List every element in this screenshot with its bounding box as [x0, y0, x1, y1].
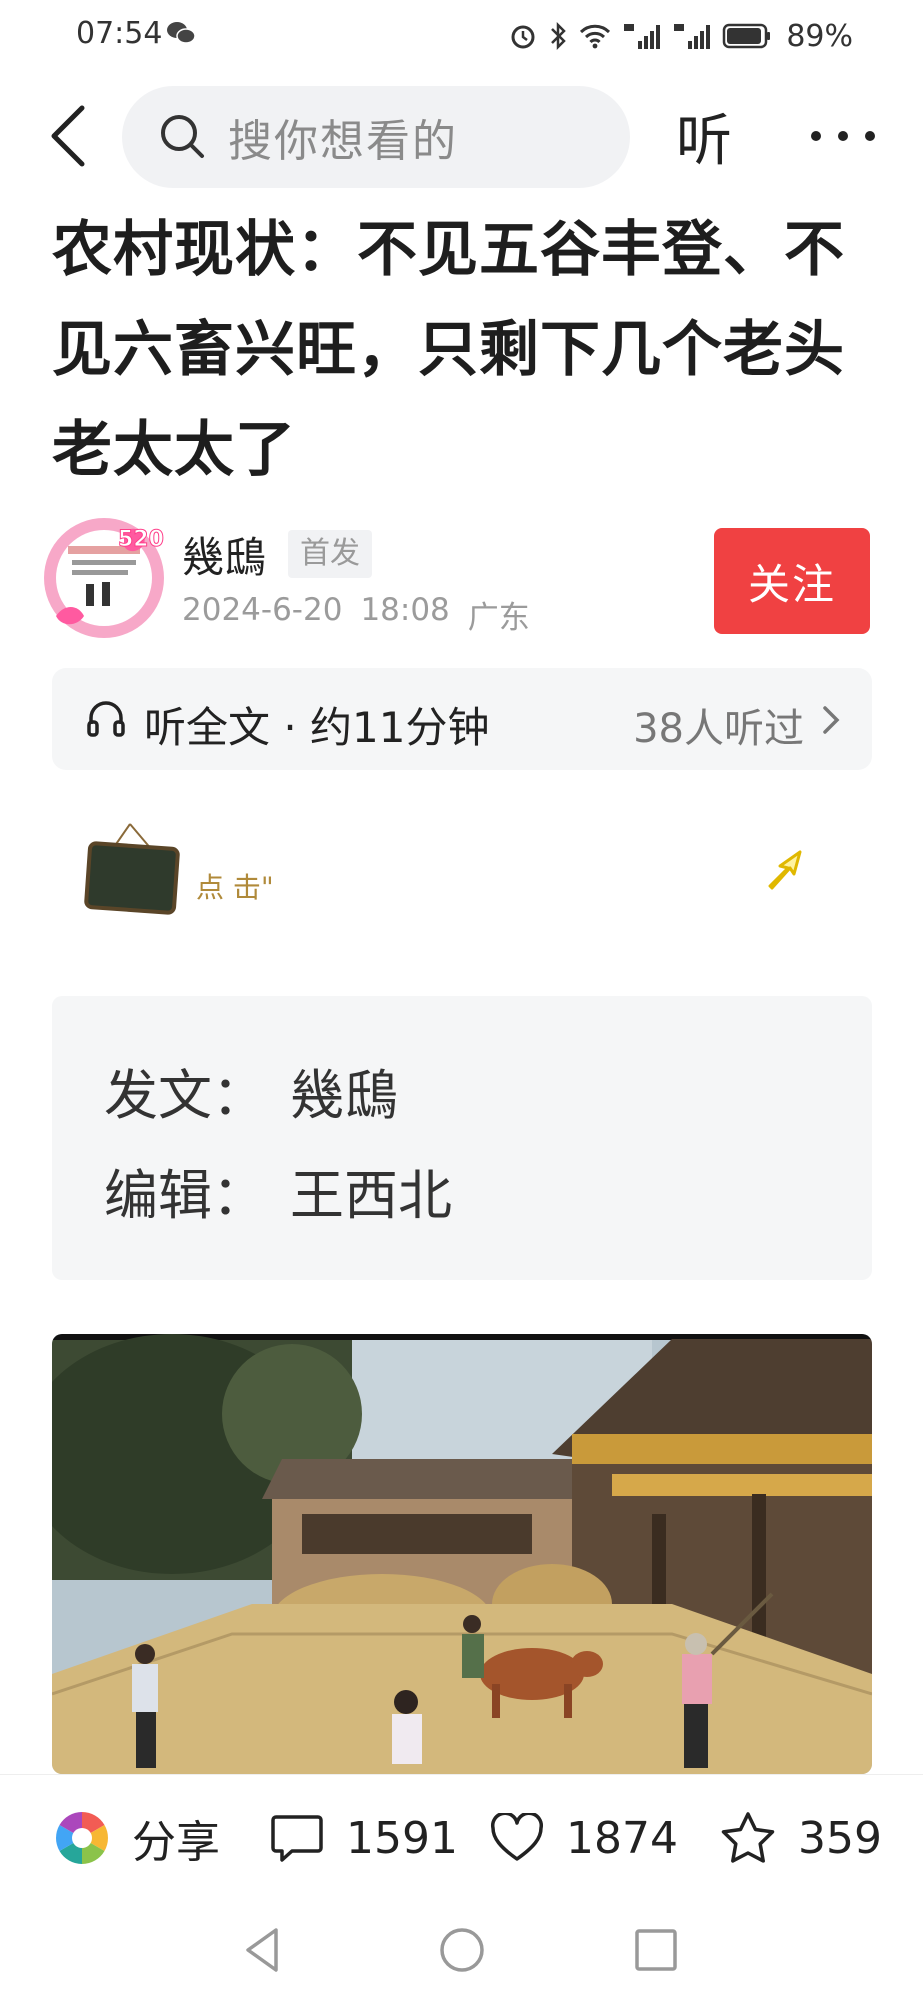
- favorite-count: 359: [798, 1812, 882, 1864]
- pointer-arrow-icon: [768, 850, 802, 890]
- publish-time: 18:08: [360, 592, 450, 628]
- favorite-button[interactable]: 359: [720, 1805, 882, 1871]
- star-icon: [721, 1812, 775, 1863]
- status-icons: 89%: [508, 16, 853, 56]
- publish-date: 2024-6-20: [182, 592, 343, 628]
- alarm-icon: [511, 25, 535, 49]
- publish-location: 广东: [467, 600, 530, 636]
- status-bar: 07:54 89%: [0, 0, 923, 72]
- credit-editor-label: 编辑：: [104, 1164, 266, 1227]
- wifi-icon: [580, 24, 611, 49]
- like-button[interactable]: 1874: [490, 1805, 678, 1871]
- signal-4g-icon: [674, 24, 711, 49]
- comment-count: 1591: [346, 1812, 458, 1864]
- back-arrow-icon[interactable]: [44, 100, 94, 172]
- battery-percent: 89%: [786, 18, 853, 54]
- credit-author-label: 发文：: [104, 1064, 266, 1127]
- first-publish-badge: 首发: [288, 530, 372, 578]
- share-icon: [56, 1812, 108, 1864]
- follow-button[interactable]: 关注: [714, 528, 870, 634]
- bluetooth-icon: [551, 21, 567, 51]
- search-icon: [161, 115, 204, 158]
- credit-editor-value: 王西北: [290, 1164, 452, 1227]
- listen-full-label: 听全文 · 约11分钟: [144, 703, 490, 752]
- author-meta: 2024-6-20 18:08 广东: [182, 592, 530, 637]
- system-recents-icon[interactable]: [628, 1922, 684, 1978]
- top-nav-bar: 搜你想看的 听: [0, 82, 923, 190]
- article-photo[interactable]: [52, 1334, 872, 1774]
- share-label: 分享: [132, 1817, 220, 1868]
- click-banner[interactable]: 点 击": [52, 800, 872, 930]
- credit-author-value: 幾鴟: [290, 1064, 398, 1127]
- credit-editor: 编辑： 王西北: [104, 1146, 872, 1246]
- chevron-right-icon: [823, 706, 840, 734]
- heart-icon: [491, 1813, 543, 1861]
- listen-full-bar[interactable]: 听全文 · 约11分钟 38人听过: [52, 668, 872, 770]
- author-avatar[interactable]: 520: [38, 512, 170, 644]
- search-input[interactable]: 搜你想看的: [122, 86, 630, 188]
- author-name[interactable]: 幾鴟: [182, 524, 266, 585]
- avatar-badge-text: 520: [118, 527, 164, 552]
- system-home-icon[interactable]: [434, 1922, 490, 1978]
- headphone-icon: [87, 701, 125, 737]
- listen-count: 38人听过: [633, 706, 804, 752]
- comment-icon: [271, 1815, 323, 1862]
- system-back-icon[interactable]: [236, 1922, 292, 1978]
- share-button[interactable]: 分享: [54, 1805, 220, 1871]
- credit-author: 发文： 幾鴟: [104, 1046, 872, 1146]
- wechat-icon: [167, 22, 196, 44]
- status-time: 07:54: [76, 16, 163, 51]
- system-nav-bar: [0, 1900, 923, 2000]
- more-icon[interactable]: [808, 122, 878, 150]
- battery-icon: [723, 23, 771, 49]
- bottom-action-bar: 分享 1591 1874 359: [0, 1774, 923, 1900]
- search-placeholder: 搜你想看的: [228, 116, 458, 167]
- credits-card: 发文： 幾鴟 编辑： 王西北: [52, 996, 872, 1280]
- listen-button[interactable]: 听: [676, 96, 732, 177]
- click-text: 点 击": [196, 871, 274, 904]
- chalkboard-icon: [84, 823, 180, 915]
- comment-button[interactable]: 1591: [270, 1805, 458, 1871]
- signal-4g-icon: [624, 24, 661, 49]
- like-count: 1874: [566, 1812, 678, 1864]
- article-title: 农村现状：不见五谷丰登、不见六畜兴旺，只剩下几个老头老太太了: [52, 215, 845, 485]
